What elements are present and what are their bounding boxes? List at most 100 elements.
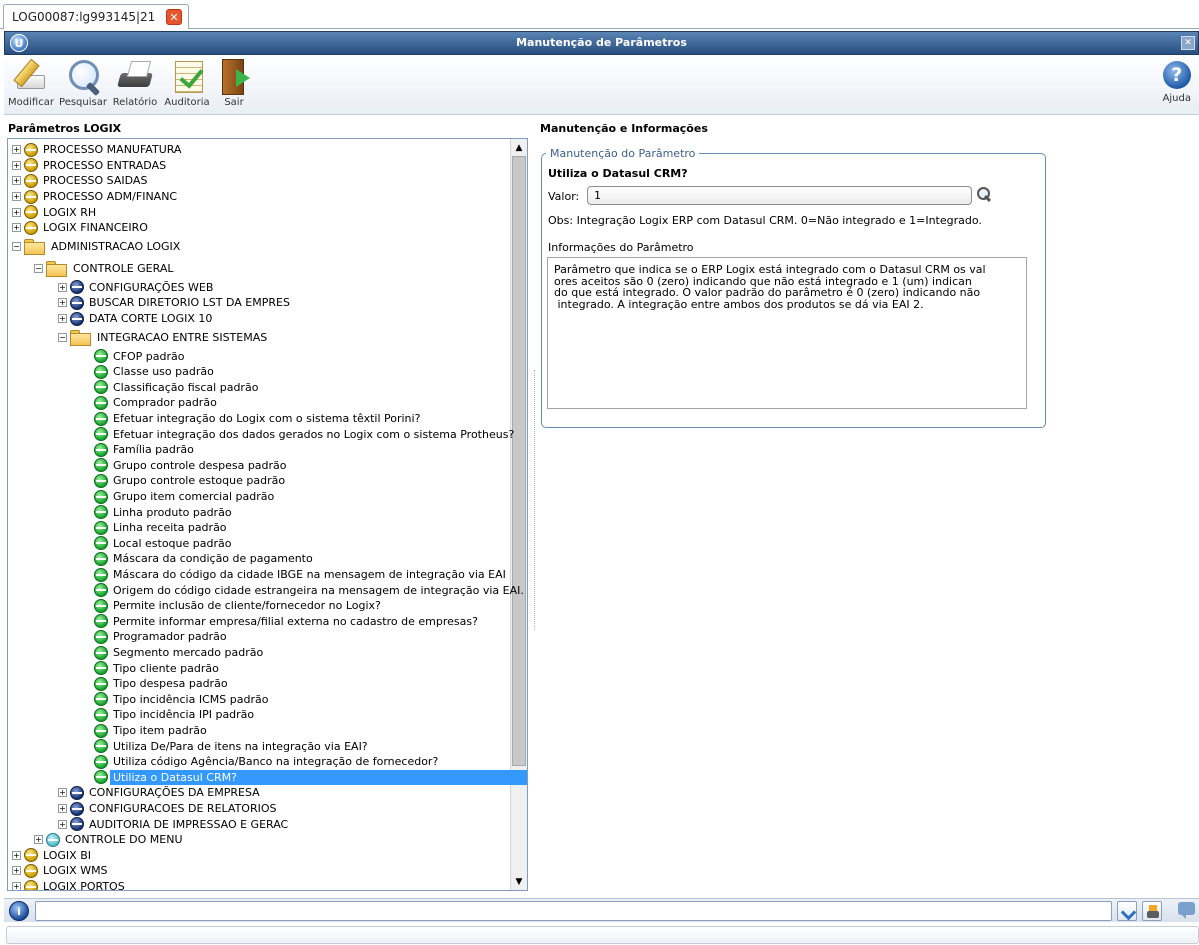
tree-node[interactable]: Família padrão [82,442,197,458]
scroll-thumb[interactable] [512,156,526,766]
expand-plus-icon[interactable]: + [12,882,21,890]
tree-node[interactable]: Efetuar integração do Logix com o sistem… [82,411,423,427]
tree-node[interactable]: + CONFIGURAÇÕES WEB [58,280,216,296]
tree-node[interactable]: + BUSCAR DIRETORIO LST DA EMPRES [58,295,293,311]
scroll-down-arrow-icon[interactable]: ▼ [511,873,527,890]
lookup-search-icon[interactable] [976,186,992,202]
tree-node-label: Família padrão [113,443,194,457]
tree-node[interactable]: Linha receita padrão [82,520,230,536]
scroll-up-arrow-icon[interactable]: ▲ [511,139,527,156]
tree-node[interactable]: Comprador padrão [82,395,220,411]
expand-plus-icon[interactable]: + [12,223,21,233]
tree-node[interactable]: + LOGIX RH [12,204,99,220]
tree-node-label: Origem do código cidade estrangeira na m… [113,583,524,597]
parameter-tree[interactable]: ▲ ▼ + PROCESSO MANUFATURA + PROCESSO ENTRAD… [7,138,528,891]
tree-node-label: Tipo incidência IPI padrão [113,708,255,722]
tree-node-label: Máscara da condição de pagamento [113,552,313,566]
parameter-info-textarea[interactable]: Parâmetro que indica se o ERP Logix está… [547,257,1027,409]
tree-node[interactable]: + PROCESSO ENTRADAS [12,158,169,174]
tree-node[interactable]: Utiliza código Agência/Banco na integraç… [82,754,441,770]
tree-node[interactable]: − CONTROLE GERAL [34,258,177,280]
expand-plus-icon[interactable]: + [34,835,43,845]
tree-node[interactable]: Origem do código cidade estrangeira na m… [82,582,527,598]
collapse-minus-icon[interactable]: − [58,332,67,342]
collapse-minus-icon[interactable]: − [34,264,43,274]
tree-node-label: Linha produto padrão [113,505,232,519]
expand-plus-icon[interactable]: + [58,282,67,292]
tree-node[interactable]: Tipo incidência IPI padrão [82,707,257,723]
help-button[interactable]: ? Ajuda [1163,59,1191,104]
tree-node-label: Programador padrão [113,630,227,644]
modify-label: Modificar [8,97,54,108]
tree-node[interactable]: Máscara do código da cidade IBGE na mens… [82,567,509,583]
tree-node[interactable]: + AUDITORIA DE IMPRESSAO E GERAC [58,816,291,832]
expand-plus-icon[interactable]: + [12,207,21,217]
expand-plus-icon[interactable]: + [58,314,67,324]
tree-node[interactable]: Classificação fiscal padrão [82,380,261,396]
tree-node[interactable]: + PROCESSO MANUFATURA [12,142,184,158]
tree-node[interactable]: Classe uso padrão [82,364,217,380]
status-action-icon[interactable] [1117,901,1137,921]
collapse-minus-icon[interactable]: − [12,242,21,252]
tree-node[interactable]: + DATA CORTE LOGIX 10 [58,311,215,327]
tree-node[interactable]: Utiliza De/Para de itens na integração v… [82,738,371,754]
info-icon[interactable]: i [9,901,29,921]
tree-node[interactable]: + LOGIX PORTOS [12,879,128,890]
expand-plus-icon[interactable]: + [58,298,67,308]
report-button[interactable]: Relatório [112,57,158,108]
expand-plus-icon[interactable]: + [12,145,21,155]
tree-node[interactable]: Programador padrão [82,629,230,645]
tree-node[interactable]: Grupo item comercial padrão [82,489,277,505]
tree-node[interactable]: − INTEGRACAO ENTRE SISTEMAS [58,326,270,348]
audit-button[interactable]: Auditoria [162,57,212,108]
expand-plus-icon[interactable]: + [12,160,21,170]
yellow-node-icon [24,220,38,235]
expand-plus-icon[interactable]: + [58,819,67,829]
status-print-icon[interactable] [1142,901,1162,921]
tree-node[interactable]: Permite inclusão de cliente/fornecedor n… [82,598,384,614]
window-title-bar: U Manutenção de Parâmetros ✕ [4,31,1199,55]
expand-plus-icon[interactable]: + [12,176,21,186]
tree-node[interactable]: + CONTROLE DO MENU [34,832,186,848]
tree-node[interactable]: Segmento mercado padrão [82,645,266,661]
tree-node[interactable]: + LOGIX WMS [12,863,111,879]
exit-button[interactable]: Sair [216,57,252,108]
tree-node[interactable]: Efetuar integração dos dados gerados no … [82,426,517,442]
value-input[interactable]: 1 [587,186,972,205]
green-node-icon [94,395,108,410]
tree-node[interactable]: + CONFIGURAÇÕES DA EMPRESA [58,785,263,801]
tree-node[interactable]: Tipo item padrão [82,723,210,739]
tree-node[interactable]: Máscara da condição de pagamento [82,551,316,567]
expand-plus-icon[interactable]: + [58,804,67,814]
panel-splitter[interactable] [534,370,537,630]
tree-node[interactable]: Grupo controle estoque padrão [82,473,288,489]
chat-icon[interactable] [1178,902,1195,919]
tree-node[interactable]: Utiliza o Datasul CRM? [82,769,527,786]
tree-node[interactable]: Tipo cliente padrão [82,660,222,676]
search-button[interactable]: Pesquisar [58,57,108,108]
tree-node[interactable]: + CONFIGURACOES DE RELATORIOS [58,801,279,817]
tree-node[interactable]: + LOGIX BI [12,848,94,864]
expand-plus-icon[interactable]: + [12,192,21,202]
tree-node[interactable]: Grupo controle despesa padrão [82,458,290,474]
window-close-icon[interactable]: ✕ [1181,36,1195,50]
expand-plus-icon[interactable]: + [12,850,21,860]
tree-node-label: Utiliza código Agência/Banco na integraç… [113,755,439,769]
expand-plus-icon[interactable]: + [12,866,21,876]
tree-node[interactable]: Local estoque padrão [82,536,234,552]
modify-button[interactable]: Modificar [7,57,55,108]
tree-node[interactable]: Tipo incidência ICMS padrão [82,692,271,708]
close-icon[interactable]: ✕ [166,9,182,25]
tab-log00087[interactable]: LOG00087:lg993145|21 ✕ [3,4,189,29]
tree-node[interactable]: Linha produto padrão [82,504,235,520]
tree-node[interactable]: − ADMINISTRACAO LOGIX [12,236,183,258]
tree-node[interactable]: + LOGIX FINANCEIRO [12,220,151,236]
tree-node[interactable]: Tipo despesa padrão [82,676,231,692]
tree-node[interactable]: CFOP padrão [82,348,188,364]
expand-plus-icon[interactable]: + [58,788,67,798]
tree-node-label: Tipo incidência ICMS padrão [113,692,269,706]
tree-node[interactable]: + PROCESSO SAIDAS [12,173,150,189]
tree-node[interactable]: + PROCESSO ADM/FINANC [12,189,180,205]
tree-node-label: CONTROLE GERAL [73,262,174,276]
tree-node[interactable]: Permite informar empresa/filial externa … [82,614,481,630]
